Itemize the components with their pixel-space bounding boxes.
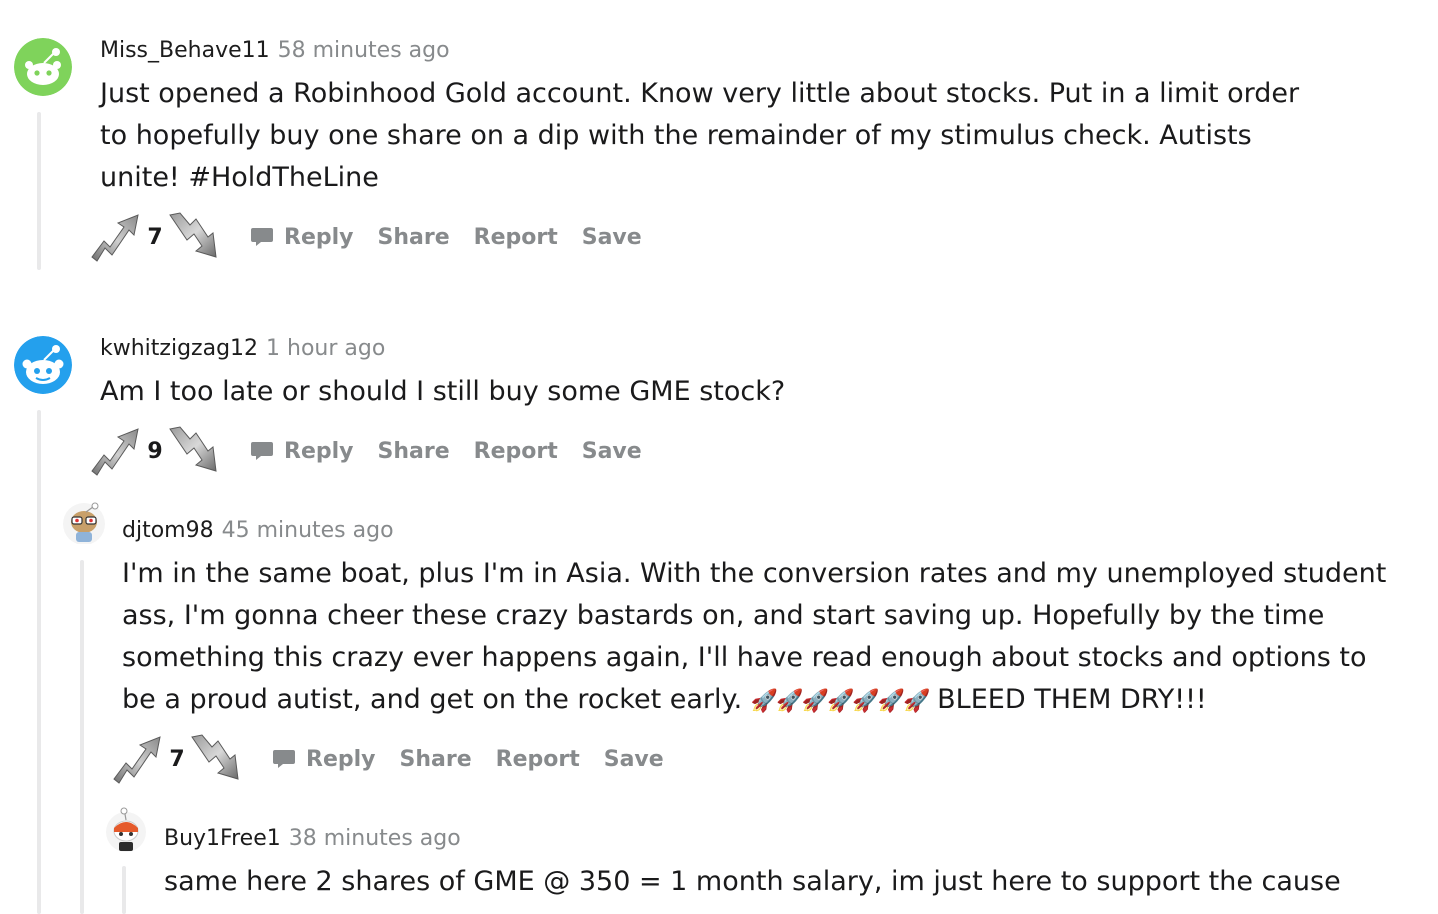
comment-actions: 7 Reply Share Report Save (90, 209, 642, 265)
timestamp[interactable]: 45 minutes ago (222, 518, 394, 543)
downvote-arrow-icon[interactable] (168, 211, 220, 263)
comment-text-tail: BLEED THEM DRY!!! (928, 684, 1207, 715)
upvote-arrow-icon[interactable] (112, 733, 164, 785)
snoo-avatar-icon (14, 38, 72, 96)
save-button[interactable]: Save (582, 225, 642, 250)
downvote-arrow-icon[interactable] (190, 733, 242, 785)
avatar[interactable] (104, 806, 148, 854)
thread-line[interactable] (37, 410, 41, 914)
report-button[interactable]: Report (474, 225, 558, 250)
comment-meta: Miss_Behave11 58 minutes ago (100, 38, 450, 64)
chat-bubble-icon (250, 439, 274, 463)
comment-actions: 7 Reply Share Report Save (112, 731, 664, 787)
avatar[interactable] (62, 500, 106, 544)
chat-bubble-icon (272, 747, 296, 771)
comment-body: I'm in the same boat, plus I'm in Asia. … (122, 553, 1397, 723)
timestamp[interactable]: 1 hour ago (266, 336, 385, 361)
save-button[interactable]: Save (582, 439, 642, 464)
comment-body: Just opened a Robinhood Gold account. Kn… (100, 78, 1300, 193)
thread-line[interactable] (37, 112, 41, 270)
comment-body: same here 2 shares of GME @ 350 = 1 mont… (164, 866, 1341, 897)
avatar[interactable] (14, 38, 72, 96)
share-button[interactable]: Share (400, 747, 472, 772)
username[interactable]: kwhitzigzag12 (100, 336, 258, 361)
upvote-arrow-icon[interactable] (90, 425, 142, 477)
thread-line[interactable] (122, 866, 126, 914)
report-button[interactable]: Report (496, 747, 580, 772)
timestamp[interactable]: 38 minutes ago (289, 826, 461, 851)
avatar[interactable] (14, 336, 72, 394)
vote-score: 7 (147, 224, 163, 250)
reply-label: Reply (306, 746, 376, 772)
report-button[interactable]: Report (474, 439, 558, 464)
comment-meta: Buy1Free1 38 minutes ago (164, 826, 461, 852)
username[interactable]: djtom98 (122, 518, 214, 543)
rocket-emoji: 🚀🚀🚀🚀🚀🚀🚀 (750, 689, 931, 714)
share-button[interactable]: Share (378, 225, 450, 250)
snoo-avatar-icon (106, 807, 146, 852)
timestamp[interactable]: 58 minutes ago (278, 38, 450, 63)
thread-line[interactable] (80, 560, 84, 914)
reply-button[interactable]: Reply (250, 439, 354, 464)
snoo-avatar-icon (14, 336, 72, 394)
vote-score: 7 (169, 746, 185, 772)
save-button[interactable]: Save (604, 747, 664, 772)
upvote-arrow-icon[interactable] (90, 211, 142, 263)
share-button[interactable]: Share (378, 439, 450, 464)
downvote-arrow-icon[interactable] (168, 425, 220, 477)
reply-button[interactable]: Reply (272, 747, 376, 772)
comment-body: Am I too late or should I still buy some… (100, 376, 786, 407)
comment-meta: kwhitzigzag12 1 hour ago (100, 336, 385, 362)
username[interactable]: Buy1Free1 (164, 826, 281, 851)
reply-label: Reply (284, 224, 354, 250)
chat-bubble-icon (250, 225, 274, 249)
username[interactable]: Miss_Behave11 (100, 38, 270, 63)
vote-score: 9 (147, 438, 163, 464)
reply-label: Reply (284, 438, 354, 464)
reply-button[interactable]: Reply (250, 225, 354, 250)
snoo-avatar-icon (63, 502, 105, 544)
comment-actions: 9 Reply Share Report Save (90, 423, 642, 479)
comment-meta: djtom98 45 minutes ago (122, 518, 394, 544)
